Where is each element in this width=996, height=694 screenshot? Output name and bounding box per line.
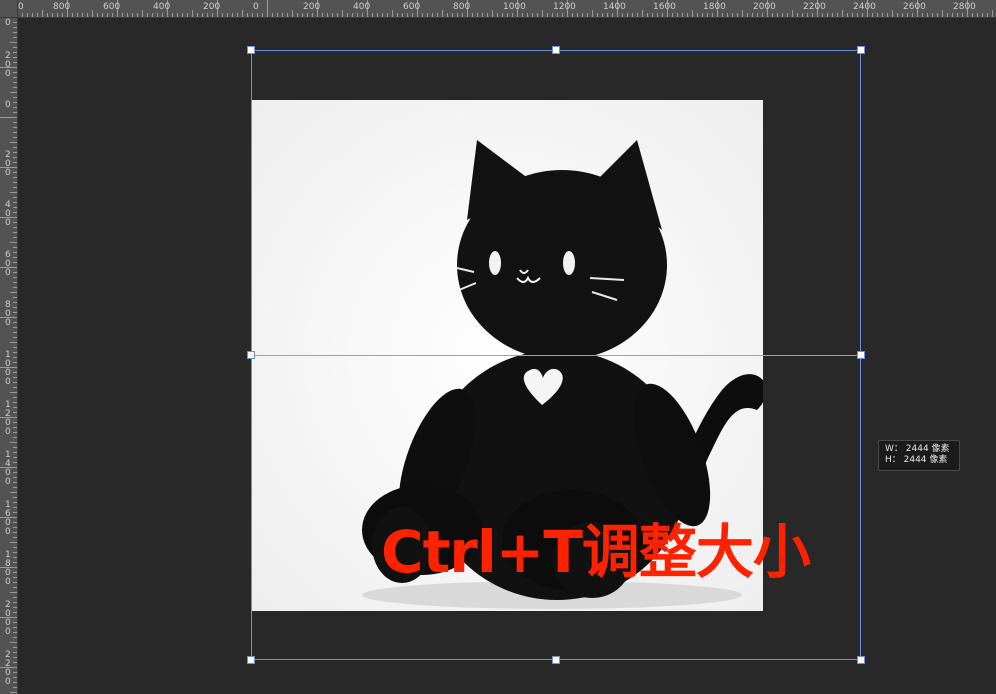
ruler-label: 1600 [5,500,11,537]
transform-handle-bottom-center[interactable] [552,656,560,664]
transform-handle-middle-left[interactable] [247,351,255,359]
ruler-label: 2000 [5,600,11,637]
ruler-label: 600 [103,2,121,12]
tooltip-height: H： 2444 像素 [885,455,948,465]
ruler-label: 2800 [953,2,976,12]
ruler-label: 1400 [603,2,626,12]
transform-handle-top-right[interactable] [857,46,865,54]
ruler-label: 0 [253,2,259,12]
ruler-label: 2200 [5,650,11,687]
transform-handle-top-left[interactable] [247,46,255,54]
ruler-label: 0 [18,2,24,12]
ruler-label: 200 [203,2,221,12]
ruler-label: 1000 [5,350,11,387]
ruler-label: 2000 [753,2,776,12]
transform-handle-bottom-left[interactable] [247,656,255,664]
ruler-label: 600 [403,2,421,12]
ruler-label: 200 [303,2,321,12]
ruler-label: 1800 [5,550,11,587]
instruction-overlay-text: Ctrl+T调整大小 [381,518,811,586]
transform-handle-bottom-right[interactable] [857,656,865,664]
ruler-label: 600 [5,250,11,278]
transform-handle-middle-right[interactable] [857,351,865,359]
ruler-label: 0 [5,18,11,28]
horizontal-ruler[interactable]: 0 800 600 400 200 0 200 400 600 800 1000… [0,0,996,18]
ruler-label: 1600 [653,2,676,12]
ruler-label: 400 [5,200,11,228]
ruler-label: 1200 [553,2,576,12]
ruler-label: 400 [353,2,371,12]
vertical-ruler[interactable]: 0 200 0 200 400 600 800 1000 1200 1400 1… [0,17,18,694]
transform-handle-top-center[interactable] [552,46,560,54]
ruler-label: 2200 [803,2,826,12]
ruler-label: 800 [5,300,11,328]
tooltip-width: W： 2444 像素 [885,444,950,454]
ruler-label: 2600 [903,2,926,12]
ruler-label: 1400 [5,450,11,487]
transform-size-tooltip: W： 2444 像素 H： 2444 像素 [878,440,960,471]
ruler-label: 200 [5,150,11,178]
ruler-label: 0 [5,100,11,110]
ruler-label: 800 [53,2,71,12]
ruler-label: 200 [5,51,11,79]
horizontal-ruler-ticks [17,0,993,17]
ruler-label: 800 [453,2,471,12]
ruler-label: 2400 [853,2,876,12]
smart-guide-line [251,355,861,356]
ruler-corner [0,0,18,18]
ruler-label: 400 [153,2,171,12]
ruler-label: 1000 [503,2,526,12]
ruler-label: 1200 [5,400,11,437]
ruler-label: 1800 [703,2,726,12]
